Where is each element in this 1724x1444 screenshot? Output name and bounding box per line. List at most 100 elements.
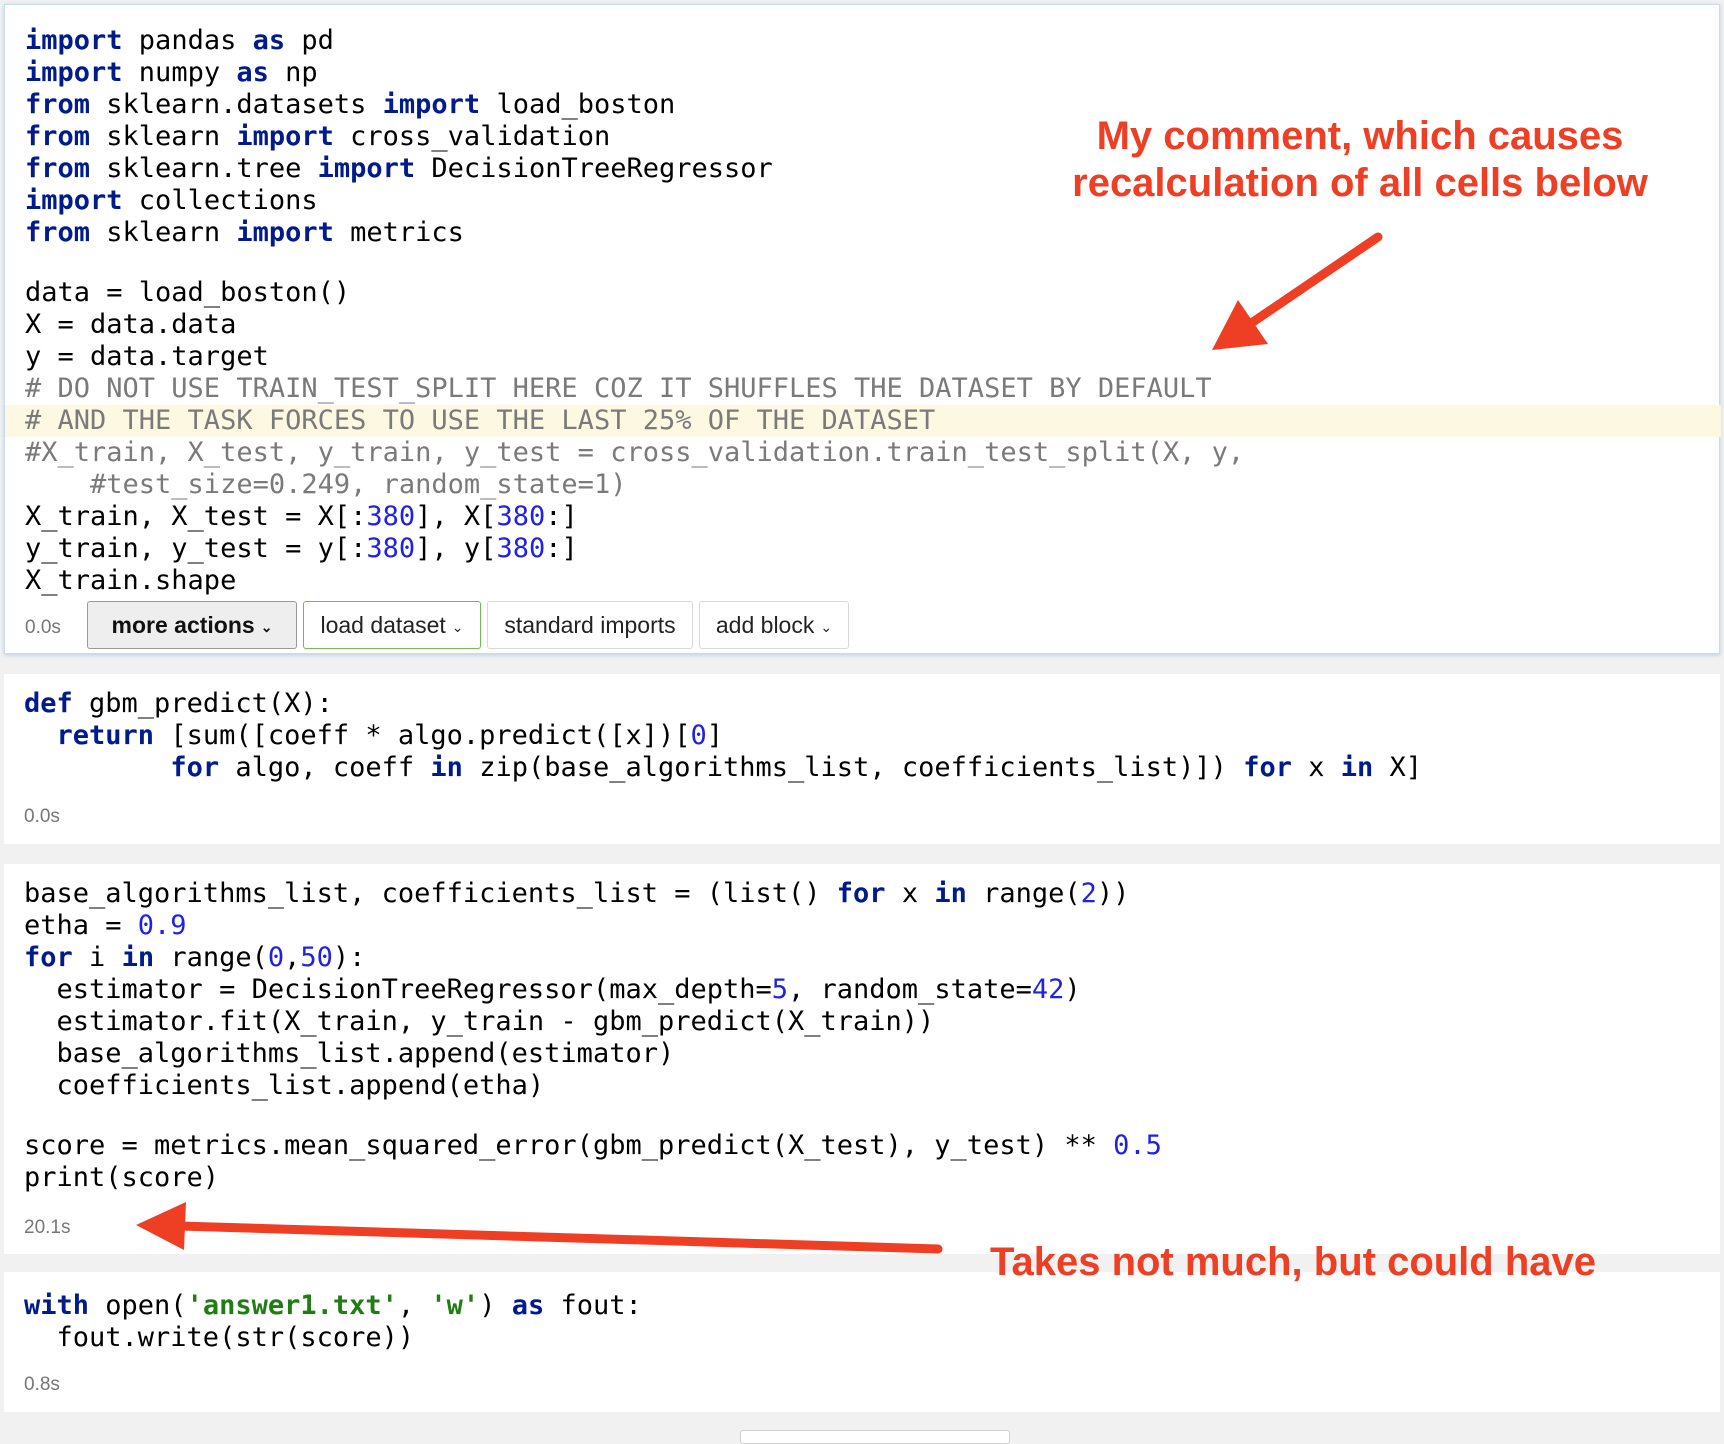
standard-imports-label: standard imports — [504, 611, 676, 638]
load-dataset-button[interactable]: load dataset ⌄ — [303, 601, 481, 649]
number-token: 50 — [300, 942, 333, 973]
code-line[interactable]: estimator.fit(X_train, y_train - gbm_pre… — [24, 1006, 1162, 1038]
cell-run-time: 0.0s — [25, 617, 61, 638]
code-cell-imports[interactable]: import pandas as pd import numpy as np fro… — [4, 4, 1721, 654]
code-line[interactable]: from sklearn import metrics — [25, 217, 1721, 249]
string-token: 'answer1.txt' — [186, 1290, 398, 1321]
code-line[interactable] — [24, 1102, 1162, 1130]
cell-run-time: 0.8s — [24, 1374, 60, 1395]
code-cell-gbm-predict[interactable]: def gbm_predict(X): return [sum([coeff *… — [4, 674, 1720, 844]
code-line[interactable]: #X_train, X_test, y_train, y_test = cros… — [25, 437, 1721, 469]
code-cell-write-answer[interactable]: with open('answer1.txt', 'w') as fout: f… — [4, 1272, 1720, 1412]
bottom-panel-tab[interactable] — [740, 1430, 1010, 1444]
keyword-token: import — [25, 25, 123, 56]
code-cell-boosting-loop[interactable]: base_algorithms_list, coefficients_list … — [4, 864, 1720, 1254]
code-token: ] — [706, 720, 724, 751]
code-token: etha = — [24, 910, 138, 941]
code-line[interactable]: print(score) — [24, 1162, 1162, 1194]
code-token: x — [885, 878, 935, 909]
keyword-token: as — [236, 57, 269, 88]
code-line[interactable]: import pandas as pd — [25, 25, 1721, 57]
code-token: , — [284, 942, 301, 973]
code-line[interactable]: fout.write(str(score)) — [24, 1322, 642, 1354]
code-line[interactable]: y = data.target — [25, 341, 1721, 373]
chevron-down-icon: ⌄ — [260, 618, 273, 635]
comment-token: #X_train, X_test, y_train, y_test = cros… — [25, 437, 1245, 468]
code-token: DecisionTreeRegressor — [415, 153, 773, 184]
more-actions-label: more actions — [111, 611, 255, 638]
code-token: range( — [966, 878, 1081, 909]
chevron-down-icon: ⌄ — [451, 618, 464, 635]
code-token: numpy — [122, 57, 237, 88]
keyword-token: from — [25, 153, 91, 184]
keyword-token: from — [25, 217, 91, 248]
code-line[interactable]: coefficients_list.append(etha) — [24, 1070, 1162, 1102]
code-token: )) — [1096, 878, 1130, 909]
code-token: data = load_boston() — [25, 277, 351, 308]
code-line[interactable]: def gbm_predict(X): — [24, 688, 1422, 720]
code-token: ) — [479, 1290, 512, 1321]
code-token: y = data.target — [25, 341, 269, 372]
code-line[interactable]: for algo, coeff in zip(base_algorithms_l… — [24, 752, 1422, 784]
code-line[interactable]: return [sum([coeff * algo.predict([x])[0… — [24, 720, 1422, 752]
code-token: load_boston — [480, 89, 676, 120]
code-line[interactable]: estimator = DecisionTreeRegressor(max_de… — [24, 974, 1162, 1006]
number-token: 0.5 — [1113, 1130, 1162, 1161]
code-line[interactable]: X = data.data — [25, 309, 1721, 341]
code-line[interactable]: for i in range(0,50): — [24, 942, 1162, 974]
number-token: 380 — [496, 501, 546, 532]
code-line[interactable]: score = metrics.mean_squared_error(gbm_p… — [24, 1130, 1162, 1162]
code-line[interactable]: y_train, y_test = y[:380], y[380:] — [25, 533, 1721, 565]
code-token: :] — [545, 533, 578, 564]
code-token: sklearn.tree — [90, 153, 318, 184]
code-token: ], X[ — [415, 501, 497, 532]
code-token: , random_state= — [788, 974, 1032, 1005]
code-editor[interactable]: with open('answer1.txt', 'w') as fout: f… — [24, 1290, 642, 1354]
load-dataset-label: load dataset — [320, 611, 446, 638]
keyword-token: def — [24, 688, 73, 719]
timing-annotation: Takes not much, but could have — [990, 1240, 1597, 1284]
code-token: pd — [285, 25, 334, 56]
code-editor[interactable]: import pandas as pd import numpy as np fro… — [5, 25, 1721, 597]
code-editor[interactable]: base_algorithms_list, coefficients_list … — [24, 878, 1162, 1194]
number-token: 5 — [771, 974, 789, 1005]
keyword-token: in — [430, 752, 463, 783]
code-token: ) — [1064, 974, 1081, 1005]
keyword-token: import — [236, 217, 334, 248]
keyword-token: return — [56, 720, 155, 751]
comment-token: # DO NOT USE TRAIN_TEST_SPLIT HERE COZ I… — [25, 373, 1212, 404]
add-block-button[interactable]: add block ⌄ — [699, 601, 849, 649]
code-line[interactable]: with open('answer1.txt', 'w') as fout: — [24, 1290, 642, 1322]
code-line[interactable]: base_algorithms_list.append(estimator) — [24, 1038, 1162, 1070]
number-token: 42 — [1031, 974, 1065, 1005]
code-line[interactable]: base_algorithms_list, coefficients_list … — [24, 878, 1162, 910]
code-token: , — [397, 1290, 431, 1321]
more-actions-button[interactable]: more actions ⌄ — [87, 601, 297, 649]
number-token: 380 — [366, 533, 416, 564]
keyword-token: from — [25, 89, 91, 120]
code-line[interactable]: # DO NOT USE TRAIN_TEST_SPLIT HERE COZ I… — [25, 373, 1721, 405]
comment-token: # AND THE TASK FORCES TO USE THE LAST 25… — [25, 405, 936, 436]
code-token: algo, coeff — [219, 752, 431, 783]
code-line[interactable]: data = load_boston() — [25, 277, 1721, 309]
code-line[interactable] — [25, 249, 1721, 277]
code-token: ], y[ — [415, 533, 497, 564]
code-line[interactable]: X_train, X_test = X[:380], X[380:] — [25, 501, 1721, 533]
code-line[interactable]: import numpy as np — [25, 57, 1721, 89]
code-line[interactable]: X_train.shape — [25, 565, 1721, 597]
standard-imports-button[interactable]: standard imports — [487, 601, 693, 649]
keyword-token: import — [382, 89, 481, 120]
code-token: sklearn — [90, 121, 237, 152]
keyword-token: in — [934, 878, 967, 909]
code-line[interactable]: #test_size=0.249, random_state=1) — [25, 469, 1721, 501]
code-token: base_algorithms_list, coefficients_list … — [24, 878, 837, 909]
code-token: estimator = DecisionTreeRegressor(max_de… — [24, 974, 772, 1005]
code-token: ): — [332, 942, 366, 973]
code-line[interactable]: etha = 0.9 — [24, 910, 1162, 942]
keyword-token: as — [511, 1290, 545, 1321]
code-token: pandas — [122, 25, 253, 56]
code-token: fout.write(str(score)) — [24, 1322, 415, 1353]
code-editor[interactable]: def gbm_predict(X): return [sum([coeff *… — [24, 688, 1422, 784]
code-line[interactable]: # AND THE TASK FORCES TO USE THE LAST 25… — [5, 405, 1721, 437]
